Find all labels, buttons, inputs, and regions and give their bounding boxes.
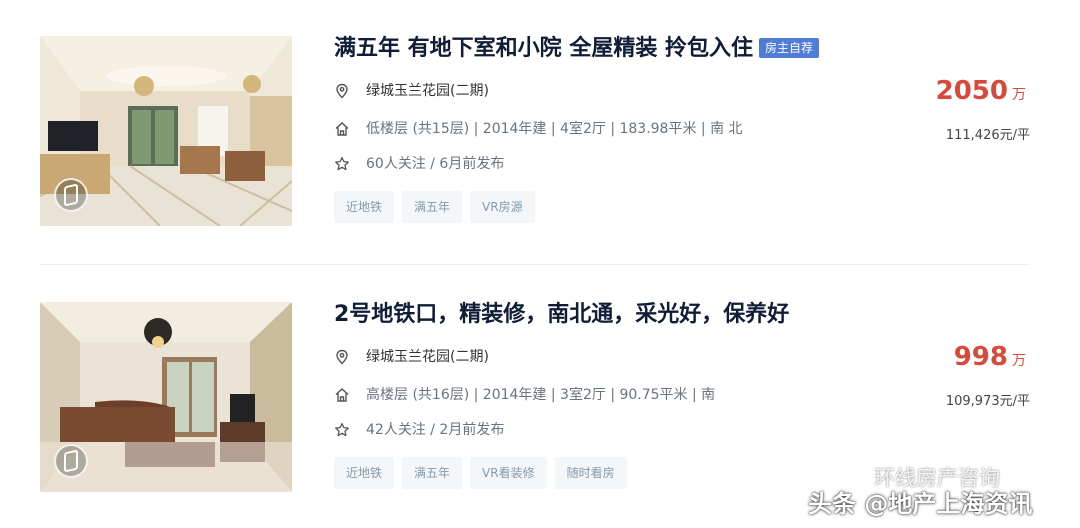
tag-near-subway: 近地铁 <box>334 191 395 223</box>
vr-view-icon[interactable] <box>54 444 88 478</box>
follow-info-text: 60人关注 / 6月前发布 <box>366 156 505 172</box>
listing-title-text[interactable]: 2号地铁口，精装修，南北通，采光好，保养好 <box>334 302 789 327</box>
total-price: 2050 万 <box>936 76 1026 106</box>
house-icon <box>335 122 349 136</box>
listing-title[interactable]: 2号地铁口，精装修，南北通，采光好，保养好 <box>334 302 789 328</box>
owner-recommend-badge: 房主自荐 <box>758 38 819 58</box>
star-icon <box>335 422 349 437</box>
location-row: 绿城玉兰花园(二期) <box>334 348 489 366</box>
tag-vr-decoration: VR看装修 <box>470 457 547 489</box>
map-pin-icon <box>336 349 348 365</box>
follow-info-text: 42人关注 / 2月前发布 <box>366 422 505 438</box>
unit-price: 111,426元/平 <box>945 128 1030 143</box>
house-info-text: 低楼层 (共15层) | 2014年建 | 4室2厅 | 183.98平米 | … <box>366 121 743 137</box>
watermark-toutiao: 头条 @地产上海资讯 <box>808 490 1033 518</box>
listing-card[interactable]: 满五年 有地下室和小院 全屋精装 拎包入住 房主自荐 绿城玉兰花园(二期) 低楼层… <box>40 36 1030 226</box>
tag-five-years: 满五年 <box>402 457 463 489</box>
community-link[interactable]: 绿城玉兰花园(二期) <box>366 348 489 366</box>
listing-photo[interactable] <box>40 302 292 492</box>
listing-photo[interactable] <box>40 36 292 226</box>
location-row: 绿城玉兰花园(二期) <box>334 82 489 100</box>
listing-title[interactable]: 满五年 有地下室和小院 全屋精装 拎包入住 房主自荐 <box>334 36 819 62</box>
follow-info-row: 42人关注 / 2月前发布 <box>334 421 504 439</box>
total-price-unit: 万 <box>1012 353 1026 369</box>
tag-anytime-viewing: 随时看房 <box>554 457 627 489</box>
tag-near-subway: 近地铁 <box>334 457 395 489</box>
house-icon <box>335 388 349 402</box>
house-info-row: 高楼层 (共16层) | 2014年建 | 3室2厅 | 90.75平米 | 南 <box>334 386 715 404</box>
follow-info-row: 60人关注 / 6月前发布 <box>334 155 504 173</box>
total-price-value: 2050 <box>935 76 1008 106</box>
tag-vr: VR房源 <box>470 191 535 223</box>
total-price-unit: 万 <box>1012 87 1026 103</box>
tag-list: 近地铁 满五年 VR房源 <box>334 191 535 223</box>
total-price-value: 998 <box>953 342 1008 372</box>
tag-list: 近地铁 满五年 VR看装修 随时看房 <box>334 457 627 489</box>
listing-title-text[interactable]: 满五年 有地下室和小院 全屋精装 拎包入住 <box>334 36 753 61</box>
total-price: 998 万 <box>954 342 1026 372</box>
unit-price: 109,973元/平 <box>945 394 1030 409</box>
tag-five-years: 满五年 <box>402 191 463 223</box>
house-info-text: 高楼层 (共16层) | 2014年建 | 3室2厅 | 90.75平米 | 南 <box>366 387 716 403</box>
map-pin-icon <box>336 83 348 99</box>
star-icon <box>335 156 349 171</box>
house-info-row: 低楼层 (共15层) | 2014年建 | 4室2厅 | 183.98平米 | … <box>334 120 743 138</box>
vr-view-icon[interactable] <box>54 178 88 212</box>
community-link[interactable]: 绿城玉兰花园(二期) <box>366 82 489 100</box>
listing-divider <box>40 264 1030 265</box>
